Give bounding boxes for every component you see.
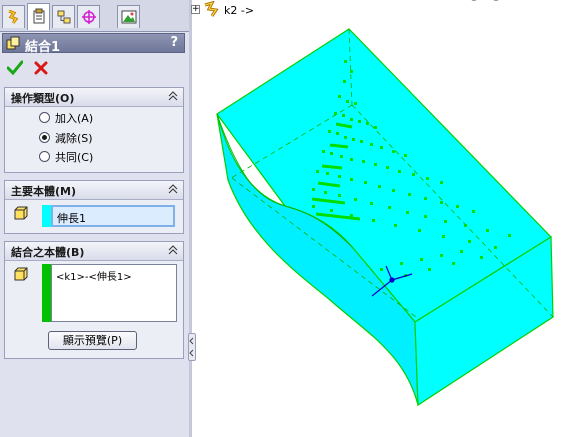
solid-body-icon <box>14 206 28 220</box>
show-preview-button[interactable]: 顯示預覽(P) <box>48 331 137 350</box>
radio-add-button[interactable] <box>39 112 50 123</box>
display-manager-tab[interactable] <box>117 5 140 28</box>
part-icon <box>204 1 219 17</box>
feature-title-bar: 結合1 ? <box>2 33 185 55</box>
combine-bodies-header[interactable]: 結合之本體(B) <box>5 242 183 261</box>
help-button[interactable]: ? <box>170 35 178 50</box>
configuration-icon <box>57 10 71 24</box>
tree-expand-button[interactable]: + <box>191 5 200 14</box>
main-body-field[interactable]: 伸長1 <box>51 205 175 227</box>
feature-tree-icon <box>8 9 19 24</box>
display-icon <box>121 10 137 24</box>
crosshair-icon <box>82 10 96 24</box>
main-body-color-swatch <box>42 205 51 227</box>
main-body-title: 主要本體(M) <box>11 185 77 198</box>
property-manager-tab[interactable] <box>27 3 50 30</box>
configuration-manager-tab[interactable] <box>52 5 75 28</box>
collapse-icon[interactable] <box>168 183 178 195</box>
manager-tabs <box>0 0 189 32</box>
combine-bodies-color-swatch <box>42 264 51 322</box>
ok-check-icon[interactable] <box>7 59 23 77</box>
feature-title: 結合1 <box>25 40 61 55</box>
radio-subtract-label: 減除(S) <box>55 132 93 145</box>
solid-body-icon <box>14 267 28 281</box>
combine-feature-icon <box>6 36 20 50</box>
property-manager-panel: 結合1 ? 操作類型(O) 加入(A) 減除(S) 共同(C) 主要本體(M) … <box>0 0 190 437</box>
collapse-icon[interactable] <box>168 244 178 256</box>
operation-type-group: 操作類型(O) 加入(A) 減除(S) 共同(C) <box>4 87 184 173</box>
collapse-icon[interactable] <box>168 90 178 102</box>
combine-bodies-list[interactable]: <k1>-<伸長1> <box>51 264 177 322</box>
splitter-grip[interactable] <box>188 333 196 361</box>
radio-common-label: 共同(C) <box>55 151 94 164</box>
operation-type-title: 操作類型(O) <box>11 92 75 105</box>
radio-add-label: 加入(A) <box>55 112 94 125</box>
dimxpert-tab[interactable] <box>77 5 100 28</box>
main-body-header[interactable]: 主要本體(M) <box>5 181 183 200</box>
flyout-tree-label[interactable]: k2 -> <box>224 4 254 17</box>
list-item[interactable]: <k1>-<伸長1> <box>56 268 132 283</box>
cancel-x-icon[interactable] <box>33 59 49 77</box>
collapse-arrows-icon <box>189 337 194 357</box>
radio-common-button[interactable] <box>39 151 50 162</box>
operation-type-header[interactable]: 操作類型(O) <box>5 88 183 107</box>
main-body-group: 主要本體(M) 伸長1 <box>4 180 184 234</box>
combine-model-view[interactable] <box>200 20 570 420</box>
combine-bodies-title: 結合之本體(B) <box>11 246 85 259</box>
property-sheet-icon <box>33 8 45 24</box>
view-toolbar <box>471 0 499 1</box>
panel-splitter[interactable] <box>189 0 192 437</box>
feature-manager-tab[interactable] <box>2 5 25 28</box>
radio-subtract-button[interactable] <box>39 132 50 143</box>
main-body-value: 伸長1 <box>57 212 86 225</box>
